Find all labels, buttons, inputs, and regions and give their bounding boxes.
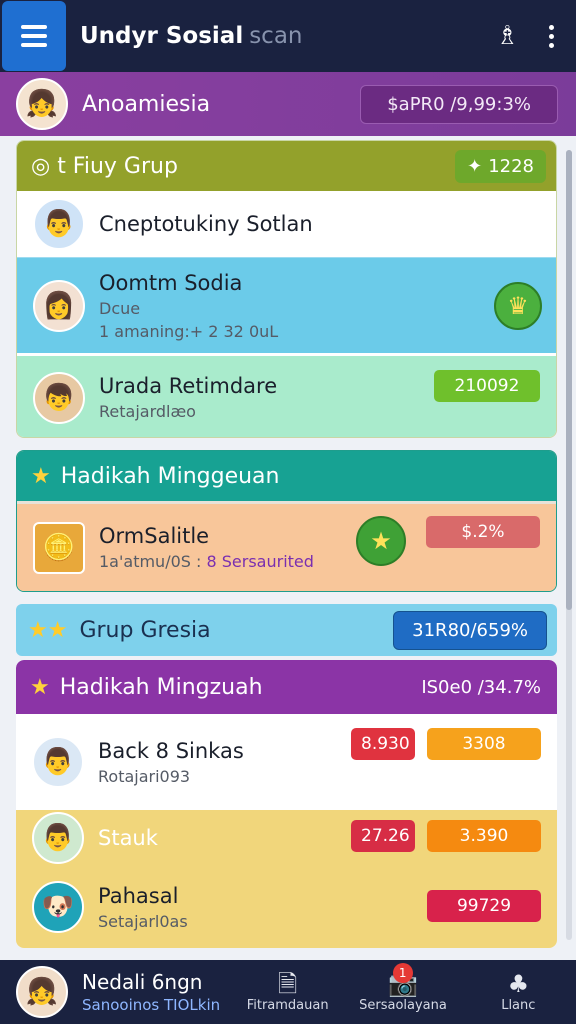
group-value-pill[interactable]: 31R80/659% (393, 610, 547, 650)
stars-icon: ★ (31, 463, 51, 489)
profile-name: Anoamiesia (82, 91, 211, 117)
bottom-nav: 👧 Nedali 6ngn Sanooinos TIOLkin 🗎 Fitram… (0, 960, 576, 1024)
profile-bar: 👧 Anoamiesia $aPR0 /9,99:3% (0, 72, 576, 136)
balance-badge[interactable]: $aPR0 /9,99:3% (360, 84, 558, 124)
app-title: Undyr Sosial scan (80, 23, 303, 49)
avatar: 👩 (33, 279, 85, 332)
menu-icon (21, 25, 47, 29)
group-count-pill[interactable]: ✦ 1228 (455, 149, 546, 183)
menu-button[interactable] (2, 1, 66, 71)
star-badge-icon[interactable]: ★ (356, 516, 406, 566)
group-card-1: ◎ t Fiuy Grup ✦ 1228 👨 Cneptotukiny Sotl… (16, 140, 557, 438)
group-header[interactable]: ◎ t Fiuy Grup ✦ 1228 (17, 141, 556, 191)
list-item[interactable]: 👨 Back 8 Sinkas Rotajari093 8.930 3308 (16, 714, 557, 810)
document-icon: 🗎 (278, 970, 298, 999)
score-tag[interactable]: 3308 (427, 728, 541, 760)
avatar: 👦 (33, 371, 85, 424)
group-card-3[interactable]: ★★ Grup Gresia 31R80/659% (16, 604, 557, 656)
score-tag[interactable]: 8.930 (351, 728, 415, 760)
score-tag[interactable]: 3.390 (427, 820, 541, 852)
nav-item-club[interactable]: ♣ Llanc (461, 970, 576, 1013)
list-item[interactable]: 👨 Cneptotukiny Sotlan (17, 191, 556, 257)
stars-icon: ★ (30, 674, 50, 700)
group-card-2: ★ Hadikah Minggeuan 🪙 OrmSalitle 1a'atmu… (16, 450, 557, 592)
notification-badge: 1 (392, 963, 413, 984)
avatar: 👨 (32, 736, 84, 788)
crown-icon[interactable]: ♛ (494, 282, 542, 330)
group-header[interactable]: ★ Hadikah Mingzuah IS0e0 /34.7% (16, 660, 557, 714)
club-icon: ♣ (507, 970, 530, 999)
group-header[interactable]: ★ Hadikah Minggeuan (17, 451, 556, 501)
avatar[interactable]: 👧 (16, 78, 68, 130)
group-card-4: ★ Hadikah Mingzuah IS0e0 /34.7% 👨 Back 8… (16, 660, 557, 948)
list-item[interactable]: 🐶 Pahasal Setajarl0as 99729 (16, 872, 557, 942)
current-user[interactable]: 👧 Nedali 6ngn Sanooinos TIOLkin (0, 966, 230, 1018)
stars-icon: ★★ (28, 617, 68, 643)
score-tag[interactable]: 27.26 (351, 820, 415, 852)
avatar: 👧 (16, 966, 68, 1018)
list-item[interactable]: 👦 Urada Retimdare Retajardlæo 210092 (17, 353, 556, 437)
percent-tag[interactable]: $.2% (426, 516, 540, 548)
scrollbar-thumb[interactable] (566, 150, 572, 610)
score-tag[interactable]: 210092 (434, 370, 540, 402)
list-item[interactable]: 👨 Stauk 27.26 3.390 (16, 810, 557, 866)
nav-item-documents[interactable]: 🗎 Fitramdauan (230, 970, 345, 1013)
avatar: 👨 (32, 812, 84, 864)
app-header: Undyr Sosial scan ♗ (0, 0, 576, 72)
pin-icon[interactable]: ♗ (496, 23, 519, 49)
nav-item-camera[interactable]: 📷 1 Sersaolayana (345, 963, 460, 1013)
list-group: 👨 Stauk 27.26 3.390 🐶 Pahasal Setajarl0a… (16, 810, 557, 948)
coins-icon: 🪙 (33, 521, 85, 574)
pet-avatar: 🐶 (32, 881, 84, 933)
more-vertical-icon[interactable] (549, 24, 554, 48)
list-item[interactable]: 🪙 OrmSalitle 1a'atmu/0S : 8 Sersaurited … (17, 501, 556, 591)
score-tag[interactable]: 99729 (427, 890, 541, 922)
avatar: 👨 (33, 198, 85, 250)
list-item[interactable]: 👩 Oomtm Sodia Dcue 1 amaning:+ 2 32 0uL … (17, 257, 556, 353)
ticket-icon: ✦ (467, 155, 483, 177)
